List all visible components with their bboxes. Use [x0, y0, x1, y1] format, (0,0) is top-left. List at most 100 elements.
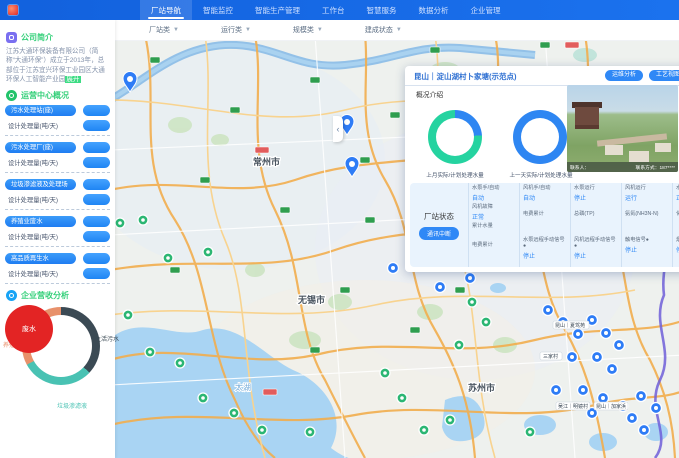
- photo-pad: [655, 143, 671, 152]
- station-marker-green[interactable]: [454, 340, 464, 350]
- app-logo: [8, 5, 18, 15]
- nav-item-smart-production[interactable]: 智能生产管理: [244, 0, 311, 20]
- station-marker-green[interactable]: [138, 215, 148, 225]
- station-marker-green[interactable]: [525, 427, 535, 437]
- station-marker-green[interactable]: [257, 425, 267, 435]
- station-marker-blue[interactable]: [388, 263, 399, 274]
- divider: [5, 172, 110, 173]
- stat-pill: [83, 105, 110, 116]
- filter-label: 厂站类: [149, 25, 170, 35]
- city-label-changzhou: 常州市: [253, 156, 280, 167]
- station-marker-green[interactable]: [467, 297, 477, 307]
- nav-item-smart-monitoring[interactable]: 智能监控: [192, 0, 244, 20]
- panel-collapse-toggle[interactable]: ‹: [333, 116, 343, 142]
- stat-group-aquaculture: 养殖业废水 设计处理量(吨/天): [5, 216, 110, 242]
- station-marker-green[interactable]: [229, 408, 239, 418]
- analysis-section-title: 企业营收分析: [21, 290, 69, 301]
- station-label-box[interactable]: 昆山｜夏驾苑: [553, 321, 589, 329]
- station-label-box[interactable]: 吴江｜明镜村: [556, 402, 590, 410]
- nav-items: 厂站导航 智能监控 智能生产管理 工作台 智慧服务 数据分析 企业管理: [140, 0, 512, 20]
- photo-building: [575, 107, 599, 129]
- station-marker-green[interactable]: [115, 218, 125, 228]
- stat-bar-label: 养殖业废水: [5, 216, 76, 227]
- filter-operation-type[interactable]: 运行类▼: [221, 25, 251, 35]
- nav-item-workbench[interactable]: 工作台: [311, 0, 356, 20]
- station-marker-blue[interactable]: [651, 403, 662, 414]
- station-marker-blue[interactable]: [578, 385, 589, 396]
- nav-item-smart-service[interactable]: 智慧服务: [356, 0, 408, 20]
- stat-sub-label: 设计处理量(吨/天): [5, 269, 76, 278]
- station-marker-green[interactable]: [481, 317, 491, 327]
- station-photo[interactable]: 联系人： 联系方式：187****: [567, 85, 678, 172]
- top-nav: 厂站导航 智能监控 智能生产管理 工作台 智慧服务 数据分析 企业管理: [0, 0, 679, 20]
- station-marker-green[interactable]: [445, 415, 455, 425]
- overview-section-label: 概况介绍: [416, 89, 443, 99]
- station-marker-green[interactable]: [203, 247, 213, 257]
- stat-sub-label: 设计处理量(吨/天): [5, 232, 76, 241]
- station-marker-blue[interactable]: [567, 352, 578, 363]
- city-label-wuxi: 无锡市: [297, 294, 325, 305]
- pie-label-domestic: 生活污水: [95, 334, 119, 343]
- divider: [5, 283, 110, 284]
- status-cell-label: 触电信号●: [625, 238, 669, 244]
- filter-scale-type[interactable]: 规模类▼: [293, 25, 323, 35]
- station-marker-green[interactable]: [419, 425, 429, 435]
- divider: [5, 246, 110, 247]
- station-marker-blue[interactable]: [636, 391, 647, 402]
- station-marker-blue[interactable]: [627, 413, 638, 424]
- station-marker-green[interactable]: [380, 368, 390, 378]
- station-marker-green[interactable]: [123, 310, 133, 320]
- stat-group-sewage-station: 污水处理站(座) 设计处理量(吨/天): [5, 105, 110, 131]
- station-label-box[interactable]: 昆山｜加家浜: [594, 402, 628, 410]
- status-cell-label: 电费累计: [472, 243, 516, 249]
- status-cell-label: 风机远程手动信号●: [574, 238, 618, 250]
- station-marker-blue[interactable]: [639, 425, 650, 436]
- station-marker-blue[interactable]: [607, 364, 618, 375]
- station-marker-blue[interactable]: [601, 328, 612, 339]
- status-cell-label: 总磷(TP): [574, 212, 618, 218]
- station-marker-green[interactable]: [305, 427, 315, 437]
- station-marker-blue[interactable]: [465, 273, 476, 284]
- filter-plant-type[interactable]: 厂站类▼: [149, 25, 179, 35]
- station-marker-blue[interactable]: [435, 282, 446, 293]
- filter-build-status[interactable]: 建成状态▼: [365, 25, 402, 35]
- company-icon: [6, 32, 17, 43]
- station-marker-blue[interactable]: [543, 305, 554, 316]
- process-view-button[interactable]: 工艺视图: [649, 70, 679, 81]
- station-marker-green[interactable]: [397, 393, 407, 403]
- photo-caption: 联系人： 联系方式：187****: [567, 162, 678, 172]
- station-marker-green[interactable]: [198, 393, 208, 403]
- svg-text:三家村: 三家村: [543, 353, 558, 360]
- station-marker-blue[interactable]: [573, 329, 584, 340]
- lake-label-taihu: 太湖: [235, 382, 251, 392]
- svg-text:吴江｜明镜村: 吴江｜明镜村: [558, 403, 588, 410]
- station-marker-green[interactable]: [163, 253, 173, 263]
- stat-bar-label: 污水处理厂(座): [5, 142, 76, 153]
- status-column: 水泵运行停止 总磷(TP) 风机远程手动信号●停止: [570, 183, 621, 267]
- filter-label: 运行类: [221, 25, 242, 35]
- revenue-donut-chart: 废水 养殖废水 生活污水 垃圾渗滤液: [5, 305, 116, 407]
- status-cell-value: 停止: [625, 245, 669, 254]
- monthly-gauge-label: 上月实际/计划处理水量: [405, 171, 505, 179]
- station-detail-popup: 昆山｜淀山湖村卜家塘(示范点) 运维分析 工艺视图 概况介绍 上月实际/计划处理…: [405, 66, 679, 272]
- station-marker-green[interactable]: [145, 347, 155, 357]
- ops-analysis-button[interactable]: 运维分析: [605, 70, 643, 81]
- station-marker-blue[interactable]: [592, 352, 603, 363]
- station-marker-blue[interactable]: [614, 340, 625, 351]
- operations-section-title: 运营中心概况: [21, 90, 69, 101]
- filter-label: 规模类: [293, 25, 314, 35]
- stat-bar-label: 高品质再生水: [5, 253, 76, 264]
- stat-sub-label: 设计处理量(吨/天): [5, 158, 76, 167]
- expand-link[interactable]: 展开: [65, 76, 80, 83]
- station-marker-blue[interactable]: [551, 385, 562, 396]
- nav-item-data-analysis[interactable]: 数据分析: [408, 0, 460, 20]
- station-marker-green[interactable]: [175, 358, 185, 368]
- stat-bar-label: 垃圾渗滤液及处理场: [5, 179, 76, 190]
- status-column: 水泵手/自动自动 风机故障正常 累计水量 电费累计: [468, 183, 519, 267]
- station-label-box[interactable]: 三家村: [540, 352, 562, 360]
- stat-sub-label: 设计处理量(吨/天): [5, 195, 76, 204]
- chevron-down-icon: ▼: [396, 27, 402, 33]
- nav-item-enterprise-management[interactable]: 企业管理: [460, 0, 512, 20]
- stat-pill: [83, 216, 110, 227]
- nav-item-plant-navigation[interactable]: 厂站导航: [140, 0, 192, 20]
